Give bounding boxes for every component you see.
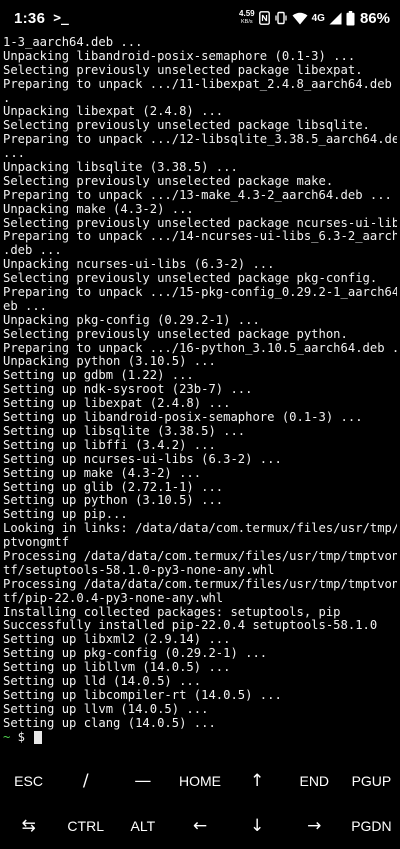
terminal-line: tf/setuptools-58.1.0-py3-none-any.whl bbox=[3, 562, 275, 577]
arrow-up-key-label: ↑ bbox=[250, 770, 265, 791]
terminal-line: . bbox=[3, 90, 11, 105]
terminal-line: tf/pip-22.0.4-py3-none-any.whl bbox=[3, 590, 224, 605]
terminal-line: Unpacking libexpat (2.4.8) ... bbox=[3, 104, 224, 119]
terminal-line: Setting up glib (2.72.1-1) ... bbox=[3, 479, 224, 494]
terminal-line: Setting up libsqlite (3.38.5) ... bbox=[3, 423, 246, 438]
terminal-line: Selecting previously unselected package … bbox=[3, 326, 348, 341]
terminal-line: Selecting previously unselected package … bbox=[3, 215, 397, 230]
terminal-line: Processing /data/data/com.termux/files/u… bbox=[3, 548, 397, 563]
esc-key[interactable]: ESC bbox=[0, 758, 57, 803]
end-key-label: END bbox=[299, 772, 330, 789]
battery-icon bbox=[346, 10, 355, 26]
prompt-symbol: $ bbox=[10, 729, 33, 744]
terminal-line: Unpacking pkg-config (0.29.2-1) ... bbox=[3, 312, 260, 327]
arrow-down-key[interactable]: ↓ bbox=[229, 803, 286, 849]
terminal-line: 1-3_aarch64.deb ... bbox=[3, 36, 143, 49]
status-time: 1:36 bbox=[14, 9, 46, 27]
terminal-line: Preparing to unpack .../13-make_4.3-2_aa… bbox=[3, 187, 392, 202]
arrow-up-key[interactable]: ↑ bbox=[229, 758, 286, 803]
terminal-line: Setting up clang (14.0.5) ... bbox=[3, 715, 216, 730]
network-speed-unit: KB/s bbox=[241, 19, 253, 25]
terminal-line: .deb ... bbox=[3, 243, 62, 258]
terminal-line: Unpacking libandroid-posix-semaphore (0.… bbox=[3, 48, 356, 63]
esc-key-label: ESC bbox=[14, 772, 43, 789]
terminal-line: Preparing to unpack .../15-pkg-config_0.… bbox=[3, 285, 397, 300]
dash-key[interactable]: — bbox=[114, 758, 171, 803]
termux-notification-icon: >_ bbox=[53, 10, 69, 26]
page-down-key[interactable]: PGDN bbox=[343, 803, 400, 849]
tab-key[interactable]: ⇆ bbox=[0, 803, 57, 849]
slash-key[interactable]: / bbox=[57, 758, 114, 803]
terminal-prompt[interactable]: ~ $ bbox=[3, 729, 397, 745]
arrow-right-key-label: → bbox=[307, 816, 322, 836]
network-type: 4G bbox=[311, 12, 325, 24]
tab-key-label: ⇆ bbox=[21, 816, 36, 836]
vibrate-icon bbox=[274, 11, 288, 25]
terminal-line: Preparing to unpack .../16-python_3.10.5… bbox=[3, 340, 397, 355]
network-speed-value: 4.59 bbox=[239, 9, 255, 18]
terminal-line: Installing collected packages: setuptool… bbox=[3, 604, 341, 619]
terminal-line: Setting up ndk-sysroot (23b-7) ... bbox=[3, 382, 253, 397]
terminal-line: Setting up lld (14.0.5) ... bbox=[3, 673, 202, 688]
terminal-line: Setting up libandroid-posix-semaphore (0… bbox=[3, 410, 363, 425]
terminal-line: Setting up llvm (14.0.5) ... bbox=[3, 701, 209, 716]
terminal-line: Preparing to unpack .../14-ncurses-ui-li… bbox=[3, 229, 397, 244]
terminal-line: Preparing to unpack .../12-libsqlite_3.3… bbox=[3, 132, 397, 147]
terminal-line: Selecting previously unselected package … bbox=[3, 271, 378, 286]
battery-percent: 86% bbox=[359, 9, 390, 27]
arrow-left-key-label: ← bbox=[192, 816, 208, 836]
prompt-directory: ~ bbox=[3, 729, 11, 744]
terminal-output[interactable]: 1-3_aarch64.deb ... Unpacking libandroid-… bbox=[3, 36, 397, 758]
terminal-line: Setting up libllvm (14.0.5) ... bbox=[3, 660, 231, 675]
slash-key-label: / bbox=[82, 770, 89, 791]
arrow-right-key[interactable]: → bbox=[286, 803, 343, 849]
terminal-line: Unpacking python (3.10.5) ... bbox=[3, 354, 216, 369]
ctrl-key[interactable]: CTRL bbox=[57, 803, 114, 849]
arrow-left-key[interactable]: ← bbox=[171, 803, 228, 849]
terminal-line: Selecting previously unselected package … bbox=[3, 173, 334, 188]
terminal-line: Unpacking ncurses-ui-libs (6.3-2) ... bbox=[3, 257, 275, 272]
terminal-line: Setting up libffi (3.4.2) ... bbox=[3, 437, 216, 452]
home-key-label: HOME bbox=[178, 772, 221, 789]
terminal-line: Selecting previously unselected package … bbox=[3, 118, 370, 133]
terminal-line: Preparing to unpack .../11-libexpat_2.4.… bbox=[3, 76, 397, 91]
page-up-key-label: PGUP bbox=[351, 772, 392, 789]
status-icons: 4.59 KB/s 4G 86% bbox=[239, 10, 390, 27]
terminal-line: Setting up pkg-config (0.29.2-1) ... bbox=[3, 646, 268, 661]
arrow-down-key-label: ↓ bbox=[250, 816, 265, 836]
alt-key[interactable]: ALT bbox=[114, 803, 171, 849]
terminal-line: Unpacking libsqlite (3.38.5) ... bbox=[3, 160, 238, 175]
terminal-line: Selecting previously unselected package … bbox=[3, 62, 363, 77]
network-speed: 4.59 KB/s bbox=[239, 10, 255, 26]
terminal-line: Setting up libcompiler-rt (14.0.5) ... bbox=[3, 687, 282, 702]
terminal-line: ... bbox=[3, 146, 26, 161]
ctrl-key-label: CTRL bbox=[67, 818, 104, 834]
terminal-line: Setting up pip... bbox=[3, 507, 128, 522]
terminal-line: eb ... bbox=[3, 298, 48, 313]
terminal-line: Processing /data/data/com.termux/files/u… bbox=[3, 576, 397, 591]
terminal-line: Setting up python (3.10.5) ... bbox=[3, 493, 224, 508]
extra-keys-bar: ESC / — HOME ↑ END PGUP ⇆ CTRL ALT ← ↓ → PGDN bbox=[0, 758, 400, 849]
status-bar: 1:36 >_ 4.59 KB/s 4G 86% bbox=[0, 0, 400, 36]
terminal-cursor bbox=[34, 730, 43, 744]
terminal-line: Setting up ncurses-ui-libs (6.3-2) ... bbox=[3, 451, 282, 466]
terminal-line: Looking in links: /data/data/com.termux/… bbox=[3, 521, 397, 536]
terminal-line: Setting up gdbm (1.22) ... bbox=[3, 368, 194, 383]
terminal-line: Unpacking make (4.3-2) ... bbox=[3, 201, 194, 216]
terminal-line: Setting up make (4.3-2) ... bbox=[3, 465, 202, 480]
nfc-icon bbox=[258, 11, 270, 25]
terminal-line: Setting up libxml2 (2.9.14) ... bbox=[3, 632, 231, 647]
cell-signal-icon bbox=[329, 12, 342, 25]
alt-key-label: ALT bbox=[130, 818, 156, 834]
terminal-line: Setting up libexpat (2.4.8) ... bbox=[3, 396, 231, 411]
dash-key-label: — bbox=[134, 770, 152, 791]
terminal-line: ptvongmtf bbox=[3, 535, 70, 550]
page-down-key-label: PGDN bbox=[351, 818, 392, 834]
page-up-key[interactable]: PGUP bbox=[343, 758, 400, 803]
home-key[interactable]: HOME bbox=[171, 758, 228, 803]
terminal-lines: 1-3_aarch64.deb ... Unpacking libandroid-… bbox=[3, 36, 397, 731]
wifi-icon bbox=[292, 12, 308, 25]
end-key[interactable]: END bbox=[286, 758, 343, 803]
terminal-line: Successfully installed pip-22.0.4 setupt… bbox=[3, 618, 378, 633]
